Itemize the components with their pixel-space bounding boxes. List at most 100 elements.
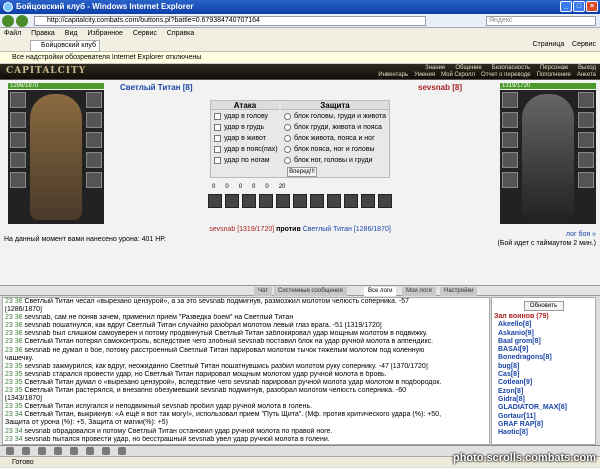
player-item[interactable]: bug[8] [492, 363, 595, 371]
ring-slot-icon[interactable] [86, 112, 102, 128]
helmet-slot-icon[interactable] [502, 92, 518, 108]
game-menu-character[interactable]: Персонаж [540, 65, 568, 71]
trick-icon[interactable] [344, 194, 358, 208]
checkbox-icon[interactable] [214, 157, 221, 164]
game-menu-transfer[interactable]: Отчет о переводе [481, 72, 531, 78]
page-menu[interactable]: Страница [533, 41, 565, 48]
minimize-button[interactable]: _ [560, 1, 572, 12]
trick-icon[interactable] [276, 194, 290, 208]
menu-view[interactable]: Вид [65, 30, 78, 37]
maximize-button[interactable]: □ [573, 1, 585, 12]
game-menu-social[interactable]: Общение [455, 65, 481, 71]
player-item[interactable]: BASAI[9] [492, 346, 595, 354]
player-item[interactable]: Gortaur[11] [492, 413, 595, 421]
tools-menu[interactable]: Сервис [572, 41, 596, 48]
defense-option-1[interactable]: блок головы, груди и живота [284, 113, 386, 120]
smiley-icon[interactable] [6, 447, 14, 455]
color-icon[interactable] [70, 447, 78, 455]
player-item[interactable]: Bonedragons[8] [492, 354, 595, 362]
attack-option-groin[interactable]: удар в пояс(пах) [214, 146, 278, 153]
fight-log-link[interactable]: лог боя » [498, 230, 596, 239]
tab-combats[interactable]: Бойцовский клуб [30, 40, 100, 52]
defense-option-2[interactable]: блок груди, живота и пояса [284, 124, 382, 131]
game-menu-knowledge[interactable]: Знание [425, 65, 445, 71]
game-menu-scroll[interactable]: Мой Скролл [441, 72, 475, 78]
player-item[interactable]: Akeello[8] [492, 321, 595, 329]
tab-chat[interactable]: Чат [254, 287, 272, 296]
player-item[interactable]: Ezon[8] [492, 388, 595, 396]
player-item[interactable]: Baal grom[8] [492, 338, 595, 346]
info-bar[interactable]: Все надстройки обозревателя Internet Exp… [0, 52, 600, 64]
close-button[interactable]: × [586, 1, 598, 12]
defense-option-3[interactable]: блок живота, пояса и ног [284, 135, 375, 142]
ring-slot-icon[interactable] [578, 112, 594, 128]
tab-my-logs[interactable]: Мои логи [402, 287, 436, 296]
menu-edit[interactable]: Правка [31, 30, 55, 37]
defense-option-4[interactable]: блок пояса, ног и головы [284, 146, 375, 153]
trick-icon[interactable] [327, 194, 341, 208]
font-icon[interactable] [54, 447, 62, 455]
belt-slot-icon[interactable] [10, 172, 26, 188]
checkbox-icon[interactable] [214, 113, 221, 120]
game-menu-inventory[interactable]: Инвентарь [378, 72, 408, 78]
player-item[interactable]: Cas[8] [492, 371, 595, 379]
game-menu-profile[interactable]: Анкета [577, 72, 596, 78]
boots-slot-icon[interactable] [578, 172, 594, 188]
armor-slot-icon[interactable] [502, 152, 518, 168]
right-fighter-portrait[interactable] [500, 90, 596, 224]
game-menu-exit[interactable]: Выход [578, 65, 596, 71]
go-button[interactable]: Вперед!!! [287, 167, 317, 177]
menu-help[interactable]: Справка [167, 30, 194, 37]
forward-icon[interactable] [16, 15, 28, 27]
translit-icon[interactable] [102, 447, 110, 455]
shield-slot-icon[interactable] [86, 152, 102, 168]
player-item[interactable]: Haotic[8] [492, 429, 595, 437]
vs-opponent[interactable]: sevsnab [1319/1720] [209, 226, 274, 233]
weapon-slot-icon[interactable] [502, 132, 518, 148]
back-icon[interactable] [2, 15, 14, 27]
right-fighter-name[interactable]: sevsnab [8] [418, 83, 462, 92]
player-item[interactable]: Askanio[9] [492, 330, 595, 338]
trick-icon[interactable] [259, 194, 273, 208]
checkbox-icon[interactable] [214, 124, 221, 131]
boots-slot-icon[interactable] [86, 172, 102, 188]
left-fighter-name[interactable]: Светлый Титан [8] [120, 83, 193, 92]
radio-icon[interactable] [284, 124, 291, 131]
send-icon[interactable] [86, 447, 94, 455]
checkbox-icon[interactable] [214, 146, 221, 153]
weapon-slot-icon[interactable] [10, 132, 26, 148]
checkbox-icon[interactable] [214, 135, 221, 142]
attack-option-belly[interactable]: удар в живот [214, 135, 266, 142]
amulet-slot-icon[interactable] [10, 112, 26, 128]
amulet-slot-icon[interactable] [502, 112, 518, 128]
player-item[interactable]: Cotlean[9] [492, 379, 595, 387]
update-button[interactable]: Обновить [523, 301, 564, 311]
menu-favorites[interactable]: Избранное [87, 30, 122, 37]
game-menu-skills[interactable]: Умения [414, 72, 435, 78]
attack-option-head[interactable]: удар в голову [214, 113, 268, 120]
menu-tools[interactable]: Сервис [133, 30, 157, 37]
left-fighter-portrait[interactable] [8, 90, 104, 224]
earring-slot-icon[interactable] [578, 92, 594, 108]
player-item[interactable]: Gidra[8] [492, 396, 595, 404]
radio-icon[interactable] [284, 135, 291, 142]
trick-icon[interactable] [378, 194, 392, 208]
radio-icon[interactable] [284, 157, 291, 164]
vs-self[interactable]: Светлый Титан [1286/1870] [303, 226, 391, 233]
game-menu-topup[interactable]: Пополнение [537, 72, 571, 78]
clear-icon[interactable] [22, 447, 30, 455]
gloves-slot-icon[interactable] [578, 132, 594, 148]
player-item[interactable]: GLADIATOR_MAX[8] [492, 404, 595, 412]
attack-option-legs[interactable]: удар по ногам [214, 157, 270, 164]
trick-icon[interactable] [225, 194, 239, 208]
trick-icon[interactable] [208, 194, 222, 208]
trick-icon[interactable] [361, 194, 375, 208]
sound-icon[interactable] [118, 447, 126, 455]
menu-file[interactable]: Файл [4, 30, 21, 37]
tab-settings[interactable]: Настройки [440, 287, 478, 296]
attack-option-chest[interactable]: удар в грудь [214, 124, 264, 131]
armor-slot-icon[interactable] [10, 152, 26, 168]
trick-icon[interactable] [242, 194, 256, 208]
defense-option-5[interactable]: блок ног, головы и груди [284, 157, 372, 164]
shield-slot-icon[interactable] [578, 152, 594, 168]
